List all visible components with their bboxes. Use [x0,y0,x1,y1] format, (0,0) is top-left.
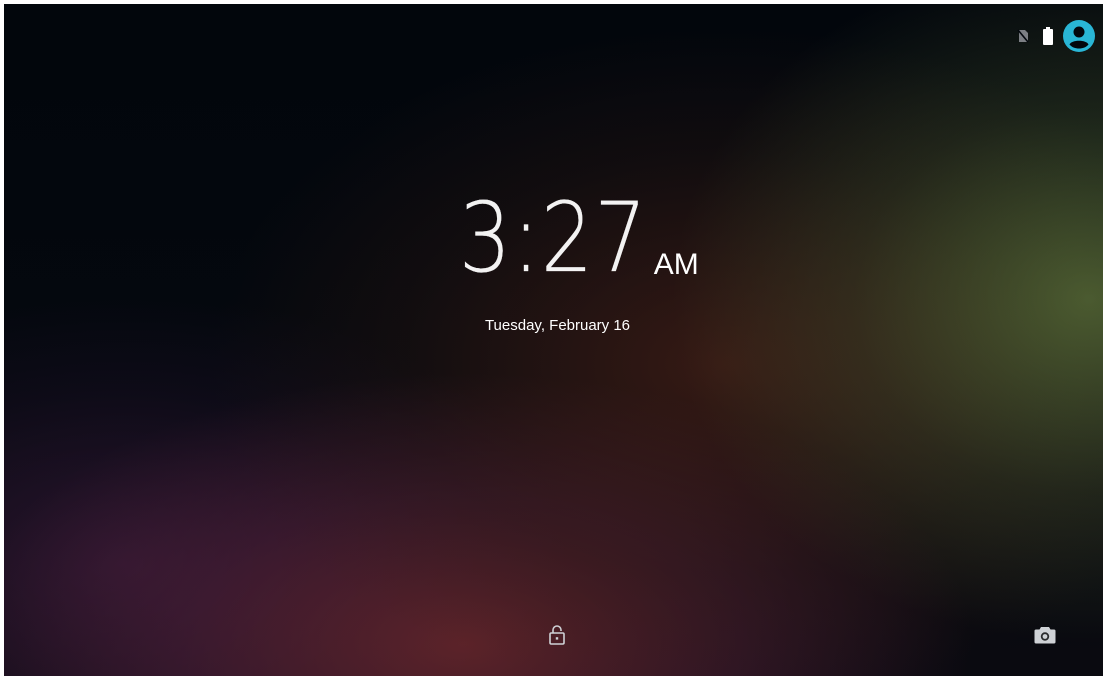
camera-icon[interactable] [1031,621,1059,649]
lock-screen: 3:27 AM Tuesday, February 16 [4,4,1103,676]
clock-ampm: AM [653,248,699,281]
clock-time: 3:27 [458,182,648,294]
status-bar [1017,20,1095,52]
no-sim-icon [1017,29,1029,43]
unlock-icon[interactable] [543,621,571,649]
lockscreen-clock: 3:27 AM [4,190,1103,286]
battery-full-icon [1043,27,1053,45]
user-account-icon[interactable] [1063,20,1095,52]
clock-date: Tuesday, February 16 [484,317,631,334]
